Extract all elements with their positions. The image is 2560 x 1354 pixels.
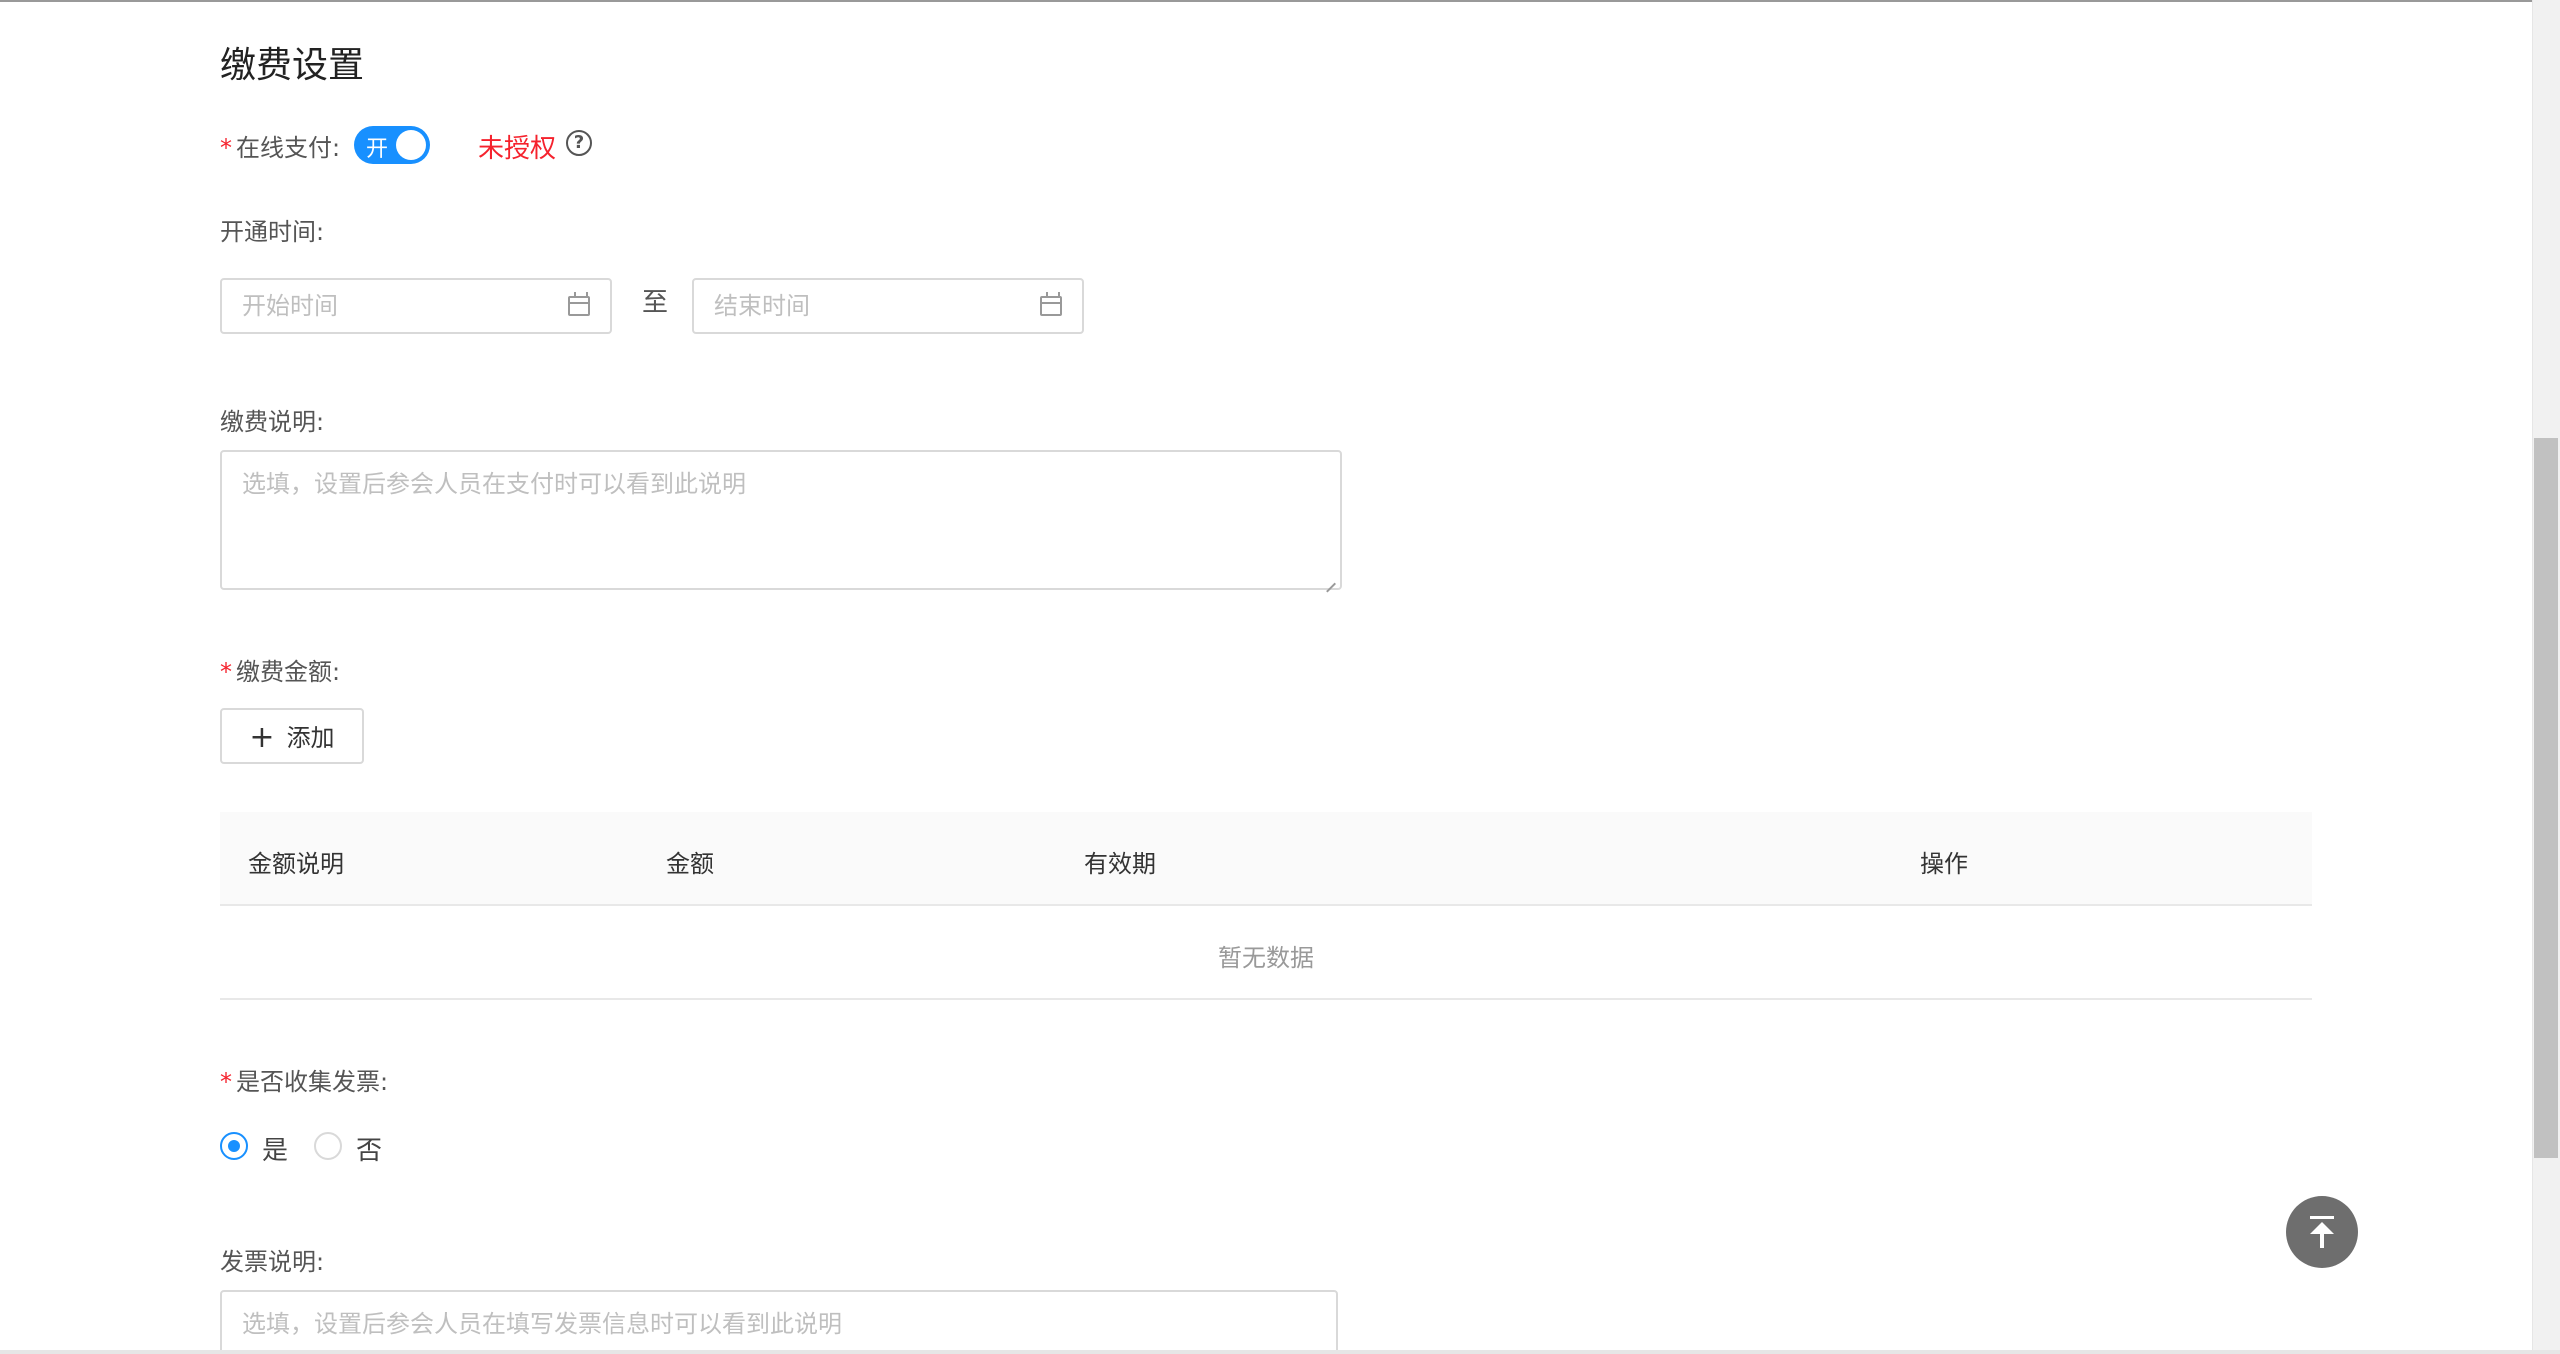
question-circle-icon[interactable]: ? xyxy=(566,130,592,156)
table-header: 金额说明 金额 有效期 操作 xyxy=(220,812,2312,906)
column-header: 操作 xyxy=(1920,850,1968,878)
date-range-separator: 至 xyxy=(642,288,669,318)
payment-description-textarea[interactable] xyxy=(220,450,1342,590)
online-payment-label-text: 在线支付: xyxy=(236,134,341,162)
radio-no-label[interactable]: 否 xyxy=(356,1130,382,1167)
invoice-description-label: 发票说明: xyxy=(220,1248,325,1276)
toggle-knob xyxy=(396,130,426,160)
calendar-icon xyxy=(1040,292,1062,316)
arrow-stem xyxy=(2320,1232,2324,1248)
scrollbar-thumb[interactable] xyxy=(2534,438,2558,1158)
radio-no[interactable] xyxy=(314,1132,342,1160)
vertical-scrollbar[interactable] xyxy=(2532,0,2560,1354)
payment-amount-label: * 缴费金额: xyxy=(220,652,340,687)
plus-icon: + xyxy=(249,720,275,755)
bottom-border xyxy=(0,1350,2560,1354)
start-date-picker[interactable] xyxy=(220,278,612,334)
back-to-top-button[interactable] xyxy=(2286,1196,2358,1268)
online-payment-toggle[interactable]: 开 xyxy=(354,126,430,164)
toggle-text: 开 xyxy=(366,137,389,162)
add-button-label: 添加 xyxy=(286,724,335,752)
payment-amount-label-text: 缴费金额: xyxy=(236,658,341,686)
required-mark: * xyxy=(220,134,232,162)
empty-text: 暂无数据 xyxy=(1218,944,1314,972)
collect-invoice-label-text: 是否收集发票: xyxy=(236,1068,389,1096)
required-mark: * xyxy=(220,1068,232,1096)
section-title: 缴费设置 xyxy=(220,45,365,86)
radio-yes-label[interactable]: 是 xyxy=(262,1130,288,1167)
invoice-description-textarea[interactable] xyxy=(220,1290,1338,1354)
back-to-top-icon xyxy=(2310,1216,2334,1219)
required-mark: * xyxy=(220,658,232,686)
column-header: 有效期 xyxy=(1084,850,1156,878)
column-header: 金额说明 xyxy=(248,850,344,878)
add-amount-button[interactable]: + 添加 xyxy=(220,708,364,764)
payment-description-label: 缴费说明: xyxy=(220,408,325,436)
open-time-label: 开通时间: xyxy=(220,218,325,246)
radio-yes[interactable] xyxy=(220,1132,248,1160)
table-empty-row: 暂无数据 xyxy=(220,906,2312,1000)
calendar-icon xyxy=(568,292,590,316)
end-date-picker[interactable] xyxy=(692,278,1084,334)
resize-handle[interactable] xyxy=(1324,572,1338,586)
collect-invoice-label: * 是否收集发票: xyxy=(220,1062,388,1097)
start-date-input[interactable] xyxy=(242,292,542,320)
end-date-input[interactable] xyxy=(714,292,1014,320)
authorization-status: 未授权 xyxy=(478,134,557,164)
online-payment-label: * 在线支付: xyxy=(220,128,340,163)
column-header: 金额 xyxy=(666,850,714,878)
top-border xyxy=(0,0,2560,2)
